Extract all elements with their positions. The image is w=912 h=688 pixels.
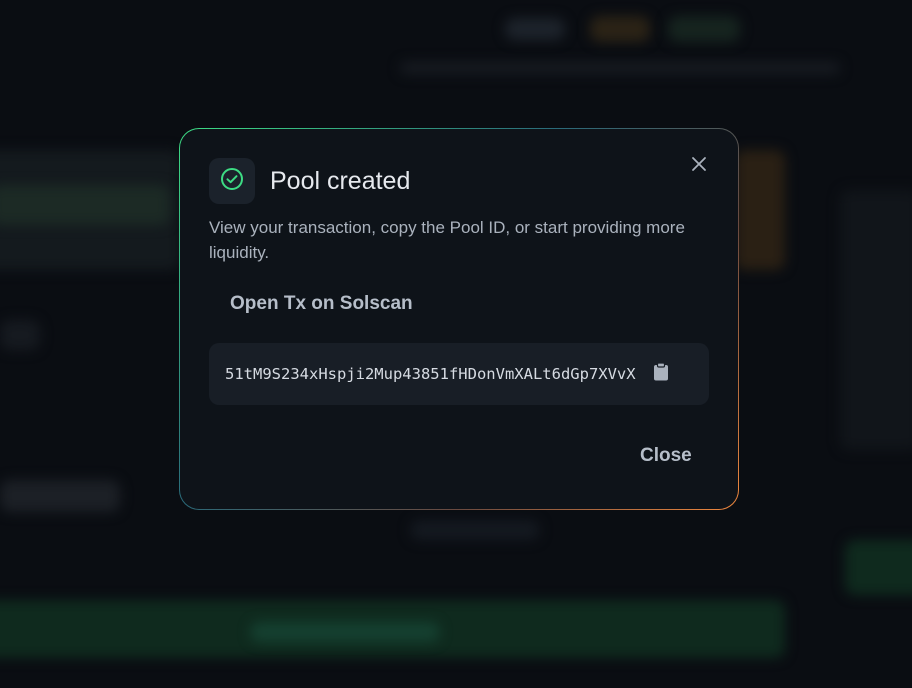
clipboard-icon — [653, 362, 669, 386]
open-solscan-link[interactable]: Open Tx on Solscan — [230, 293, 413, 315]
background-blur — [400, 62, 840, 74]
background-blur — [250, 622, 440, 642]
pool-id-text: 51tM9S234xHspji2Mup43851fHDonVmXALt6dGp7… — [225, 365, 636, 383]
status-icon-container — [209, 158, 255, 204]
background-blur — [0, 480, 120, 512]
background-blur — [0, 320, 40, 350]
pool-created-dialog: Pool created View your transaction, copy… — [179, 128, 739, 510]
copy-pool-id-button[interactable] — [652, 362, 670, 386]
background-blur — [840, 190, 912, 450]
dialog-panel: Pool created View your transaction, copy… — [180, 129, 738, 509]
background-blur — [410, 520, 540, 540]
background-blur — [0, 185, 170, 225]
background-blur — [590, 16, 650, 42]
background-blur — [505, 18, 565, 40]
dialog-description: View your transaction, copy the Pool ID,… — [209, 218, 685, 262]
pool-id-box: 51tM9S234xHspji2Mup43851fHDonVmXALt6dGp7… — [209, 343, 709, 405]
background-blur — [735, 150, 785, 270]
background-blur — [845, 540, 912, 595]
dialog-close-button[interactable] — [685, 152, 713, 180]
close-button[interactable]: Close — [640, 445, 692, 467]
close-icon — [691, 156, 707, 177]
check-circle-icon — [220, 167, 244, 196]
dialog-title: Pool created — [270, 167, 411, 195]
background-blur — [668, 16, 740, 42]
